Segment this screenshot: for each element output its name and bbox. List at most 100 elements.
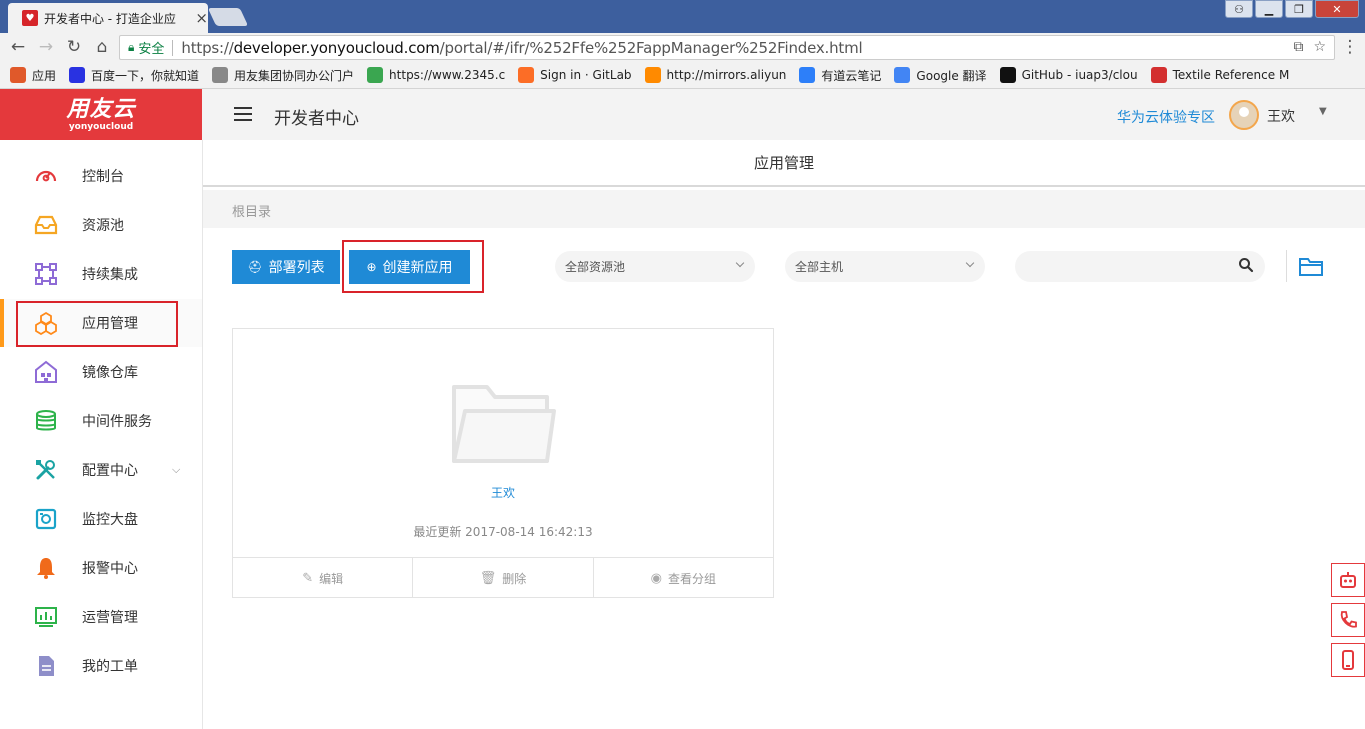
integration-nodes-icon: [34, 262, 58, 286]
chevron-down-icon: [735, 258, 745, 268]
search-input[interactable]: [1015, 251, 1265, 282]
window-controls: ⚇ ▁ ❐ ✕: [1225, 0, 1359, 18]
sidebar-item-inbox-tray[interactable]: 资源池: [0, 201, 202, 249]
sidebar-item-tools[interactable]: 配置中心 ⌵: [0, 446, 202, 494]
bookmark-item[interactable]: http://mirrors.aliyun: [644, 67, 786, 83]
delete-button[interactable]: 🗑︎ 删除: [413, 558, 594, 598]
back-arrow-icon[interactable]: ←: [8, 37, 28, 57]
bookmark-label: Sign in · GitLab: [540, 68, 632, 82]
sidebar-item-label: 中间件服务: [82, 414, 152, 430]
sidebar-item-operations-chart[interactable]: 运营管理: [0, 593, 202, 641]
bookmark-item[interactable]: 用友集团协同办公门户: [212, 67, 354, 84]
sidebar-item-database[interactable]: 中间件服务: [0, 397, 202, 445]
chevron-down-icon[interactable]: ⌵: [172, 463, 180, 477]
address-bar-icons: ⧉ ☆: [1293, 39, 1326, 55]
inbox-tray-icon: [34, 213, 58, 237]
deploy-list-label: 部署列表: [268, 259, 325, 275]
bookmark-item[interactable]: Sign in · GitLab: [518, 67, 632, 83]
textile-icon: [1150, 67, 1167, 83]
new-tab-button[interactable]: [207, 8, 249, 26]
sidebar-item-warehouse[interactable]: 镜像仓库: [0, 348, 202, 396]
bookmark-item[interactable]: https://www.2345.c: [367, 67, 505, 83]
top-bar: 开发者中心 华为云体验专区 王欢 ▼: [202, 89, 1365, 140]
minimize-button[interactable]: ▁: [1255, 0, 1283, 18]
browser-tab[interactable]: ♥ 开发者中心 - 打造企业应 ×: [8, 3, 208, 33]
eye-icon: ◉: [650, 570, 662, 586]
sidebar-item-monitor-screen[interactable]: 监控大盘: [0, 495, 202, 543]
breadcrumb-root[interactable]: 根目录: [232, 201, 271, 220]
translate-icon[interactable]: ⧉: [1293, 39, 1303, 55]
host-select[interactable]: 全部主机: [785, 251, 985, 282]
bookmark-label: 应用: [32, 68, 57, 83]
browser-toolbar: ← → ↻ ⌂ 🔒︎ 安全 https://developer.yonyoucl…: [0, 33, 1365, 62]
sidebar-item-label: 资源池: [82, 218, 124, 234]
home-icon[interactable]: ⌂: [92, 37, 112, 57]
bookmark-label: GitHub - iuap3/clou: [1021, 68, 1138, 82]
user-name[interactable]: 王欢: [1267, 106, 1295, 126]
bookmark-star-icon[interactable]: ☆: [1313, 39, 1326, 55]
brand-logo[interactable]: 用友云 yonyoucloud: [0, 89, 202, 140]
sidebar-item-label: 应用管理: [82, 316, 138, 332]
portal-title: 开发者中心: [274, 109, 359, 129]
huawei-cloud-link[interactable]: 华为云体验专区: [1117, 107, 1215, 127]
app-name-link[interactable]: 王欢: [233, 484, 773, 501]
bookmark-item[interactable]: GitHub - iuap3/clou: [999, 67, 1138, 83]
resource-pool-select[interactable]: 全部资源池: [555, 251, 755, 282]
bookmark-label: https://www.2345.c: [389, 68, 506, 82]
user-menu-caret-icon[interactable]: ▼: [1319, 106, 1327, 117]
view-group-button[interactable]: ◉ 查看分组: [594, 558, 773, 598]
create-app-button[interactable]: ⊕ 创建新应用: [349, 250, 470, 284]
deploy-hat-icon: ⛑: [247, 260, 263, 274]
brand-name: 用友云: [66, 96, 136, 122]
brand-name-en: yonyoucloud: [68, 121, 134, 132]
page-header: 应用管理: [203, 140, 1365, 187]
sidebar-item-work-order[interactable]: 我的工单: [0, 642, 202, 690]
url-scheme: https://: [181, 38, 234, 57]
warehouse-icon: [34, 360, 58, 384]
database-icon: [34, 409, 58, 433]
sidebar-item-label: 持续集成: [82, 267, 138, 283]
user-profile-button[interactable]: ⚇: [1225, 0, 1253, 18]
chevron-down-icon: [965, 258, 975, 268]
tab-close-icon[interactable]: ×: [195, 9, 208, 27]
folder-icon[interactable]: [1298, 254, 1324, 278]
baidu-paw-icon: [69, 67, 86, 83]
bookmark-item[interactable]: 有道云笔记: [799, 67, 881, 84]
deploy-list-button[interactable]: ⛑ 部署列表: [232, 250, 340, 284]
last-updated: 最近更新 2017-08-14 16:42:13: [413, 525, 593, 539]
chrome-menu-icon[interactable]: ⋮: [1340, 37, 1360, 57]
gitlab-fox-icon: [518, 67, 535, 83]
bookmark-label: 有道云笔记: [821, 68, 882, 83]
browser-tabstrip: ♥ 开发者中心 - 打造企业应 × ⚇ ▁ ❐ ✕: [0, 0, 1365, 33]
phone-support-button[interactable]: [1331, 603, 1365, 637]
address-bar[interactable]: 🔒︎ 安全 https://developer.yonyoucloud.com/…: [119, 35, 1335, 60]
tools-icon: [34, 458, 58, 482]
bookmark-item[interactable]: Google 翻译: [894, 67, 987, 84]
sidebar-item-alarm-bell[interactable]: 报警中心: [0, 544, 202, 592]
sidebar-item-dashboard-gauge[interactable]: 控制台: [0, 152, 202, 200]
plus-circle-icon: ⊕: [366, 260, 377, 274]
edit-pencil-icon: ✎: [302, 570, 314, 586]
avatar[interactable]: [1229, 100, 1259, 130]
apps-grid-icon: [10, 67, 26, 83]
edit-button[interactable]: ✎ 编辑: [233, 558, 414, 598]
github-icon: [999, 67, 1016, 83]
bookmark-label: Google 翻译: [916, 68, 987, 83]
bookmark-item[interactable]: 百度一下，你就知道: [69, 67, 199, 84]
sidebar-item-cubes[interactable]: 应用管理: [0, 299, 202, 347]
maximize-button[interactable]: ❐: [1285, 0, 1313, 18]
robot-assistant-button[interactable]: [1331, 563, 1365, 597]
operations-chart-icon: [34, 605, 58, 629]
app-card[interactable]: 王欢 最近更新 2017-08-14 16:42:13 ✎ 编辑 🗑︎ 删除 ◉…: [232, 328, 774, 598]
forward-arrow-icon[interactable]: →: [36, 37, 56, 57]
mobile-app-button[interactable]: [1331, 643, 1365, 677]
bookmark-item[interactable]: 应用: [10, 67, 56, 84]
search-icon[interactable]: [1238, 257, 1254, 273]
reload-icon[interactable]: ↻: [64, 37, 84, 57]
address-separator: [172, 39, 174, 56]
sidebar-item-integration-nodes[interactable]: 持续集成: [0, 250, 202, 298]
window-close-button[interactable]: ✕: [1315, 0, 1359, 18]
delete-label: 删除: [502, 571, 527, 586]
bookmark-item[interactable]: Textile Reference M: [1150, 67, 1289, 83]
hamburger-menu-icon[interactable]: [234, 107, 252, 121]
